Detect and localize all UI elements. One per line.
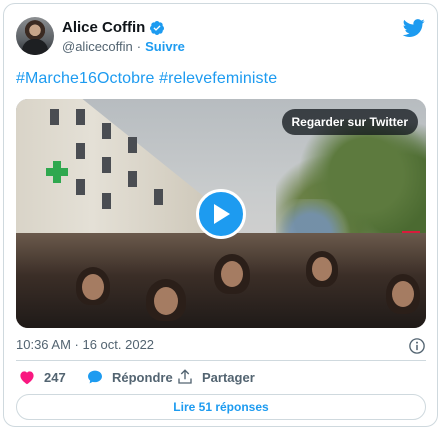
tweet-header: Alice Coffin @alicecoffin · Suivre xyxy=(16,17,426,61)
info-icon[interactable] xyxy=(408,337,426,355)
handle-separator: · xyxy=(136,39,142,54)
window xyxy=(76,143,85,159)
timestamp-row: 10:36 AM · 16 oct. 2022 xyxy=(16,337,426,355)
window xyxy=(76,179,85,195)
read-replies-button[interactable]: Lire 51 réponses xyxy=(16,394,426,420)
window xyxy=(76,109,85,125)
verified-badge-icon xyxy=(150,20,165,35)
like-action[interactable]: 247 xyxy=(18,368,66,386)
author-name-row: Alice Coffin xyxy=(62,19,165,36)
pharmacy-cross xyxy=(46,161,68,183)
avatar-figure xyxy=(22,39,48,55)
tweet-card: Alice Coffin @alicecoffin · Suivre #Marc… xyxy=(3,3,438,427)
author-handle[interactable]: @alicecoffin xyxy=(62,39,133,54)
view-on-twitter-button[interactable]: Regarder sur Twitter xyxy=(281,109,418,135)
crowd-face xyxy=(82,274,104,300)
author-handle-row: @alicecoffin · Suivre xyxy=(62,39,185,54)
tweet-actions: 247 Répondre Partager xyxy=(16,368,426,388)
play-icon xyxy=(214,204,230,224)
tweet-timestamp[interactable]: 10:36 AM · 16 oct. 2022 xyxy=(16,337,154,352)
reply-action[interactable]: Répondre xyxy=(86,368,173,386)
window xyxy=(128,137,137,153)
window xyxy=(102,123,111,139)
crowd-face xyxy=(312,257,332,281)
heart-icon xyxy=(20,371,34,385)
play-button[interactable] xyxy=(196,189,246,239)
speech-bubble-icon xyxy=(88,370,102,384)
crowd-face xyxy=(392,281,414,307)
window xyxy=(128,171,137,187)
window xyxy=(102,157,111,173)
divider xyxy=(16,360,426,361)
share-icon xyxy=(178,369,192,384)
follow-link[interactable]: Suivre xyxy=(145,39,185,54)
twitter-bird-icon[interactable] xyxy=(402,17,426,39)
author-name[interactable]: Alice Coffin xyxy=(62,19,145,36)
window xyxy=(154,189,163,205)
window xyxy=(102,193,111,209)
tweet-hashtags[interactable]: #Marche16Octobre #relevefeministe xyxy=(16,70,277,88)
crowd-face xyxy=(221,261,243,287)
video-thumbnail[interactable]: Regarder sur Twitter xyxy=(16,99,426,328)
reply-label: Répondre xyxy=(112,369,173,385)
share-action[interactable]: Partager xyxy=(176,368,255,386)
crowd-face xyxy=(154,287,178,315)
author-avatar[interactable] xyxy=(16,17,54,55)
window xyxy=(50,109,59,125)
likes-count: 247 xyxy=(44,369,66,385)
share-label: Partager xyxy=(202,369,255,385)
